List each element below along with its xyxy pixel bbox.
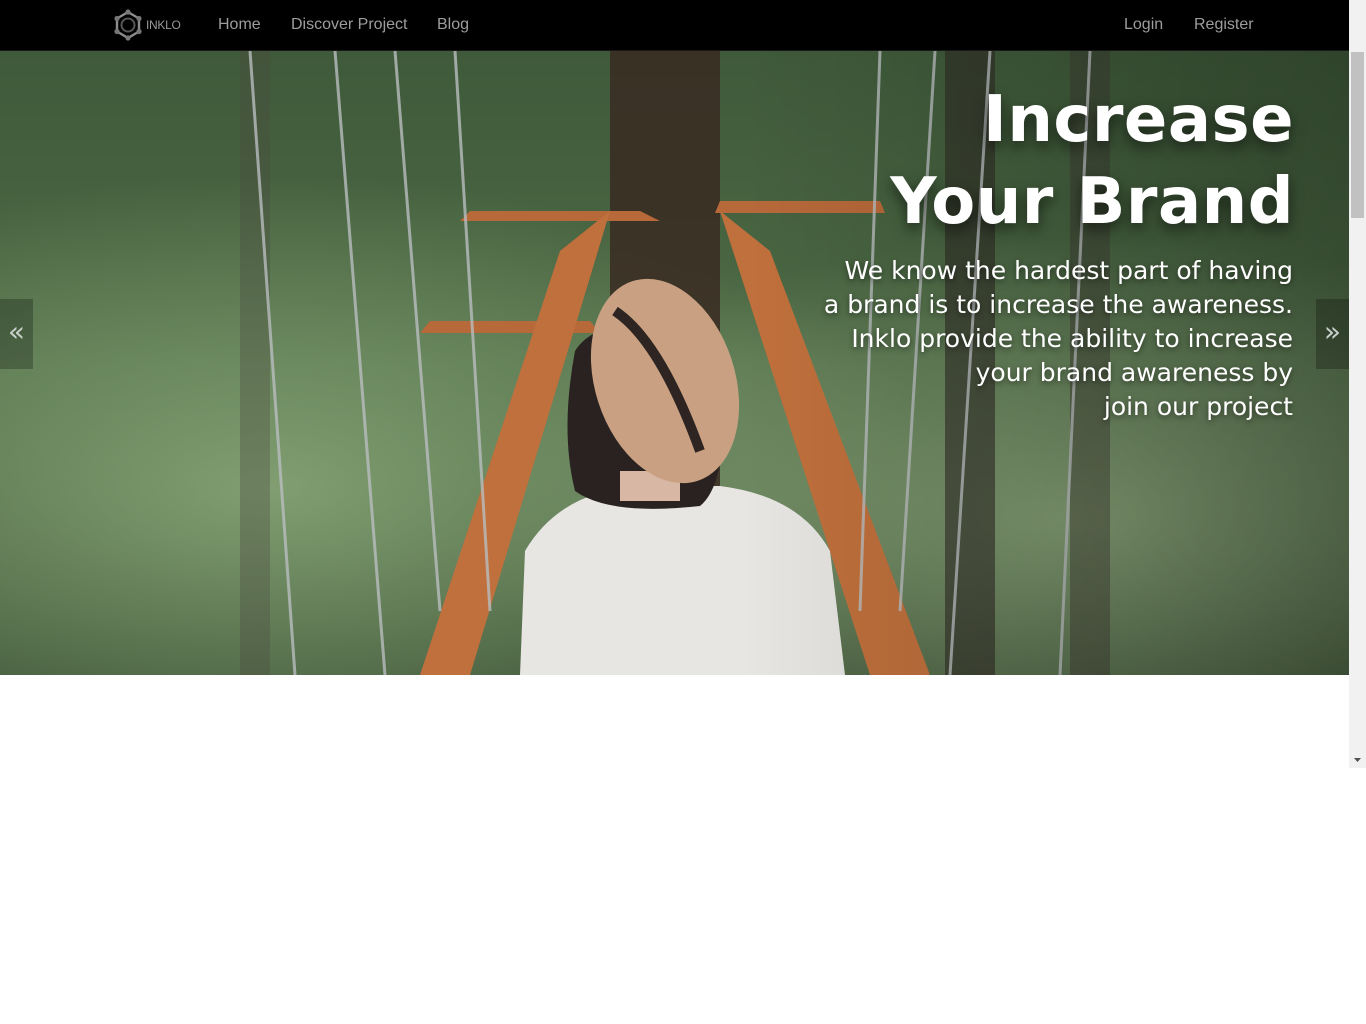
inklo-logo-icon — [114, 9, 142, 41]
nav-login-link[interactable]: Login — [1124, 0, 1163, 50]
chevron-double-left-icon: « — [7, 315, 26, 348]
brand-name: INKLO — [146, 18, 181, 32]
hero-description: We know the hardest part of having a bra… — [753, 254, 1293, 424]
hero-description-line-4: your brand awareness by — [975, 358, 1293, 387]
nav-home-link[interactable]: Home — [218, 0, 261, 50]
nav-discover-project-link[interactable]: Discover Project — [291, 0, 407, 50]
scrollbar-thumb[interactable] — [1351, 52, 1364, 218]
browser-viewport: INKLO Home Discover Project Blog Login R… — [0, 0, 1349, 768]
hero-title-line-2: Your Brand — [890, 165, 1294, 239]
hero-description-line-2: a brand is to increase the awareness. — [823, 290, 1293, 319]
hero-description-line-5: join our project — [1103, 392, 1293, 421]
hero-carousel: Increase Your Brand We know the hardest … — [0, 51, 1349, 675]
hero-description-line-3: Inklo provide the ability to increase — [851, 324, 1293, 353]
scroll-down-arrow-icon[interactable] — [1349, 751, 1366, 768]
carousel-next-button[interactable]: » — [1316, 299, 1349, 369]
brand-logo-link[interactable]: INKLO — [112, 8, 181, 42]
nav-blog-link[interactable]: Blog — [437, 0, 469, 50]
navbar: INKLO Home Discover Project Blog Login R… — [0, 0, 1349, 51]
hero-title-line-1: Increase — [983, 83, 1294, 157]
nav-register-link[interactable]: Register — [1194, 0, 1254, 50]
chevron-double-right-icon: » — [1323, 315, 1342, 348]
hero-title: Increase Your Brand — [890, 79, 1294, 243]
hero-description-line-1: We know the hardest part of having — [844, 256, 1293, 285]
vertical-scrollbar[interactable] — [1349, 0, 1366, 768]
carousel-prev-button[interactable]: « — [0, 299, 33, 369]
